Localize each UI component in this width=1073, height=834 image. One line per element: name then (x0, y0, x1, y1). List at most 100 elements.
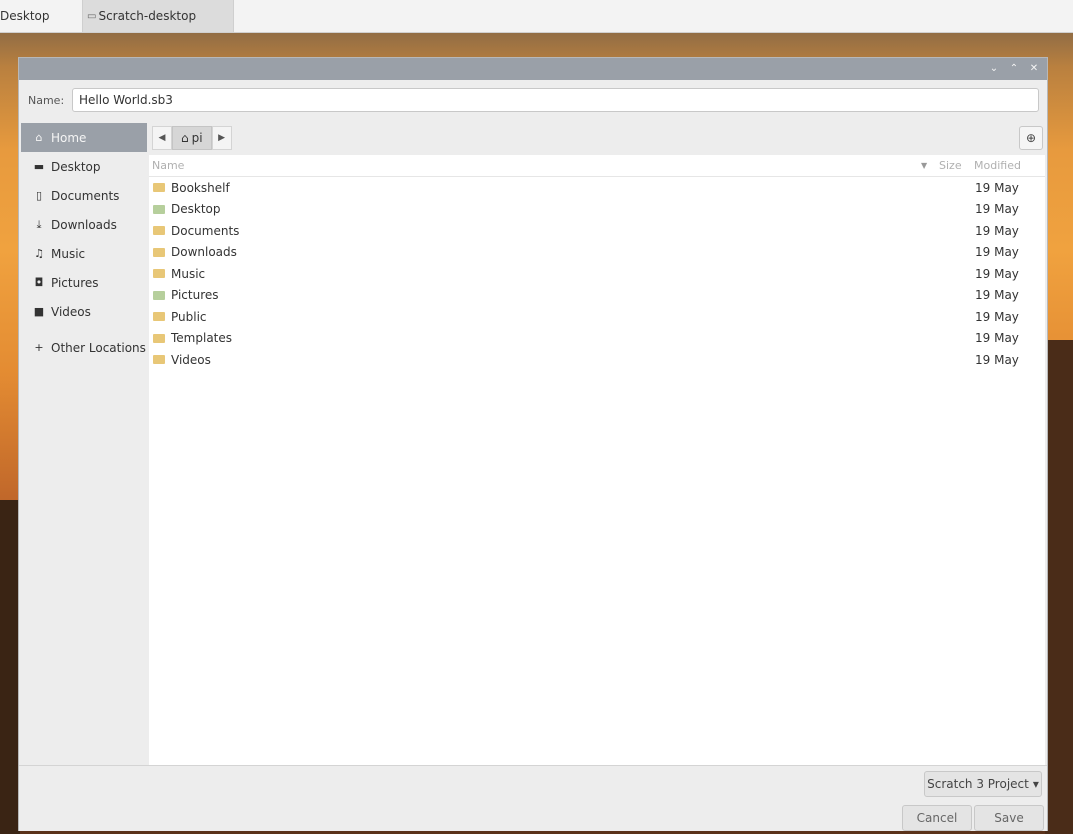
folder-icon (153, 247, 165, 257)
path-crumb-label: pi (191, 131, 203, 145)
sidebar-item-label: Home (51, 130, 87, 145)
file-modified: 19 May (975, 288, 1019, 303)
file-name: Bookshelf (171, 180, 230, 195)
sidebar-item-label: Documents (51, 188, 120, 203)
taskbar-item-label: Desktop (0, 9, 50, 23)
file-modified: 19 May (975, 266, 1019, 281)
sort-down-icon: ▼ (921, 161, 928, 170)
sidebar-item-desktop[interactable]: ▬ Desktop (19, 152, 147, 181)
file-modified: 19 May (975, 309, 1019, 324)
sidebar-item-label: Other Locations (51, 340, 146, 355)
file-name: Downloads (171, 245, 237, 260)
file-row[interactable]: Desktop 19 May (149, 199, 1045, 221)
save-button[interactable]: Save (974, 805, 1044, 831)
file-row[interactable]: Pictures 19 May (149, 285, 1045, 307)
document-icon: ▯ (35, 189, 43, 202)
chevron-left-icon: ◀ (158, 133, 166, 143)
sidebar-item-documents[interactable]: ▯ Documents (19, 181, 147, 210)
plus-icon: + (34, 341, 44, 354)
file-name: Videos (171, 352, 211, 367)
places-sidebar: ⌂ Home ▬ Desktop ▯ Documents ⤓ Downloads… (19, 123, 147, 763)
sidebar-item-label: Pictures (51, 275, 99, 290)
name-row: Name: (19, 80, 1047, 120)
file-modified: 19 May (975, 223, 1019, 238)
file-name: Public (171, 309, 207, 324)
file-modified: 19 May (975, 245, 1019, 260)
folder-icon (153, 226, 165, 235)
taskbar-item-desktop[interactable]: Desktop (0, 0, 82, 32)
file-row[interactable]: Bookshelf 19 May (149, 177, 1045, 199)
folder-icon (153, 355, 165, 364)
window-icon: ▭ (87, 10, 97, 22)
file-row[interactable]: Documents 19 May (149, 220, 1045, 242)
new-folder-icon: ⊕ (1025, 131, 1037, 145)
wallpaper-silhouette-right (1045, 340, 1073, 834)
file-type-filter-label: Scratch 3 Project (927, 777, 1029, 791)
sidebar-item-music[interactable]: ♫ Music (19, 239, 147, 268)
file-name: Music (171, 266, 206, 281)
desktop-folder-icon (153, 204, 165, 214)
column-header-size[interactable]: Size (939, 159, 962, 172)
taskbar: Desktop ▭ Scratch-desktop (0, 0, 1073, 33)
folder-icon: ▬ (33, 160, 45, 173)
sidebar-item-other-locations[interactable]: + Other Locations (19, 333, 147, 362)
file-row[interactable]: Videos 19 May (149, 349, 1045, 371)
download-icon: ⤓ (36, 217, 42, 231)
path-forward-button[interactable]: ▶ (211, 126, 232, 150)
sidebar-item-label: Downloads (51, 217, 117, 232)
folder-icon (153, 269, 165, 278)
pictures-folder-icon (153, 290, 165, 300)
sidebar-item-home[interactable]: ⌂ Home (21, 123, 147, 152)
file-row[interactable]: Public 19 May (149, 306, 1045, 328)
music-icon: ♫ (34, 247, 44, 260)
sidebar-item-label: Videos (51, 304, 91, 319)
create-folder-button[interactable]: ⊕ (1019, 126, 1043, 150)
file-modified: 19 May (975, 352, 1019, 367)
dialog-titlebar[interactable]: ⌄ ⌃ ✕ (19, 58, 1047, 80)
file-name: Pictures (171, 288, 219, 303)
file-list: Bookshelf 19 May Desktop 19 May Document… (149, 177, 1045, 371)
column-header-modified[interactable]: Modified (974, 159, 1021, 172)
home-icon: ⌂ (35, 131, 43, 144)
file-browser: ◀ ⌂ pi ▶ ⊕ Name ▼ Size Modified Bookshel… (149, 121, 1045, 765)
sidebar-item-videos[interactable]: ■ Videos (19, 297, 147, 326)
file-name: Templates (171, 331, 233, 346)
column-header-name[interactable]: Name (152, 159, 184, 172)
path-bar: ◀ ⌂ pi ▶ ⊕ (149, 121, 1045, 155)
folder-icon (153, 312, 165, 321)
file-name: Desktop (171, 202, 221, 217)
path-back-button[interactable]: ◀ (152, 126, 172, 150)
chevron-right-icon: ▶ (218, 133, 226, 143)
name-label: Name: (28, 93, 65, 107)
sidebar-item-label: Desktop (51, 159, 101, 174)
maximize-icon[interactable]: ⌃ (1009, 64, 1019, 74)
file-row[interactable]: Music 19 May (149, 263, 1045, 285)
sidebar-item-downloads[interactable]: ⤓ Downloads (19, 210, 147, 239)
folder-icon (153, 333, 165, 343)
taskbar-item-scratch-desktop[interactable]: ▭ Scratch-desktop (82, 0, 234, 32)
file-row[interactable]: Templates 19 May (149, 328, 1045, 350)
video-icon: ■ (33, 305, 45, 318)
file-name-input[interactable] (72, 88, 1039, 112)
chevron-down-icon: ▾ (1032, 777, 1039, 791)
minimize-icon[interactable]: ⌄ (989, 64, 999, 74)
file-type-filter-dropdown[interactable]: Scratch 3 Project ▾ (924, 771, 1042, 797)
file-modified: 19 May (975, 180, 1019, 195)
wallpaper-silhouette-left (0, 500, 20, 834)
save-file-dialog: ⌄ ⌃ ✕ Name: ⌂ Home ▬ Desktop ▯ Documents… (18, 57, 1048, 831)
close-icon[interactable]: ✕ (1029, 64, 1039, 74)
taskbar-item-label: Scratch-desktop (98, 9, 197, 23)
path-crumb-pi[interactable]: ⌂ pi (172, 126, 212, 150)
file-modified: 19 May (975, 331, 1019, 346)
file-row[interactable]: Downloads 19 May (149, 242, 1045, 264)
dialog-body: ⌂ Home ▬ Desktop ▯ Documents ⤓ Downloads… (19, 121, 1047, 765)
sidebar-item-pictures[interactable]: ◘ Pictures (19, 268, 147, 297)
sidebar-item-label: Music (51, 246, 86, 261)
file-modified: 19 May (975, 202, 1019, 217)
file-name: Documents (171, 223, 240, 238)
home-icon: ⌂ (181, 131, 189, 145)
camera-icon: ◘ (34, 276, 44, 289)
cancel-button[interactable]: Cancel (902, 805, 972, 831)
folder-icon (153, 183, 165, 192)
file-list-header: Name ▼ Size Modified (149, 155, 1045, 177)
